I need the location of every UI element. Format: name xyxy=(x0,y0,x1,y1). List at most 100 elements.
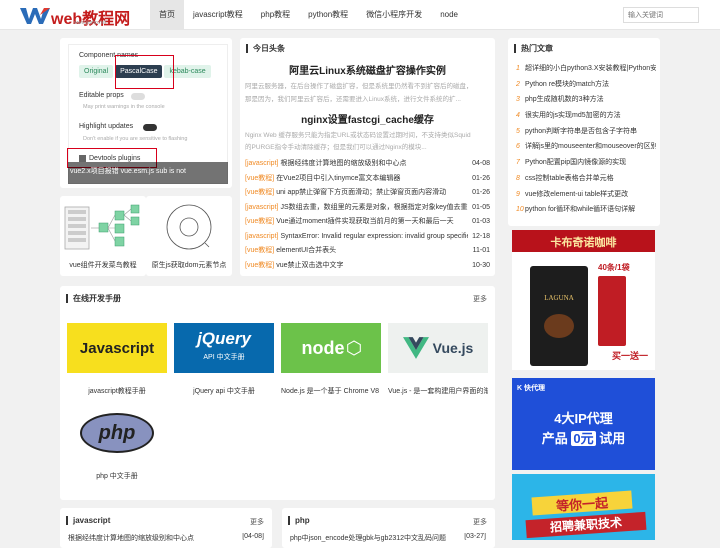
hot-article-title: 很实用的js实现md5加密的方法 xyxy=(525,112,621,120)
article-row[interactable]: [javascript] SyntaxError: Invalid regular… xyxy=(245,230,490,245)
article-row[interactable]: [vue教程] Vue通过moment插件实现获取当前月的第一天和最后一天 01-0… xyxy=(245,215,490,230)
article-date: 01-26 xyxy=(472,174,490,182)
article-tag: [javascript] xyxy=(245,203,279,211)
php-section-title: php xyxy=(288,516,310,525)
javascript-logo-text: Javascript xyxy=(79,339,155,357)
article-date: 10-30 xyxy=(472,261,490,269)
card-caption: vue组件开发菜鸟教程 xyxy=(69,262,137,269)
top-header: web教程网 www.jsphp.net 首页 javascript教程 php… xyxy=(0,0,720,30)
ad-coffee[interactable]: 卡布奇诺咖啡 LAGUNA 40条/1袋 买一送一 xyxy=(512,230,655,370)
manual-item-node[interactable]: node Node.js 是一个基于 Chrome V8 引擎的 JavaScr… xyxy=(281,323,381,396)
list-item[interactable]: 根据经纬度计算地图的缩放级别和中心点 [04-08] xyxy=(68,533,264,543)
hot-rank: 7 xyxy=(516,159,520,167)
list-item-date: [04-08] xyxy=(242,533,264,540)
hot-rank: 6 xyxy=(516,143,520,151)
hot-article-row[interactable]: 5 python判断字符串是否包含子字符串 xyxy=(516,124,656,140)
ad-ip-proxy[interactable]: K 快代理 4大IP代理 产品 0元 试用 xyxy=(512,378,655,470)
headline-2-summary-a: Nginx Web 缓存服务只能为指定URL或状态码设置过期时间，不支持类似Sq… xyxy=(245,132,471,139)
highlight-box-pascalcase xyxy=(115,55,174,89)
nav-miniprogram[interactable]: 微信小程序开发 xyxy=(357,0,431,30)
php-more-link[interactable]: 更多 xyxy=(473,517,487,527)
hot-article-row[interactable]: 8 css控制table表格合并单元格 xyxy=(516,171,656,187)
hot-article-title: php生成随机数的3种方法 xyxy=(525,96,604,104)
hot-article-title: css控制table表格合并单元格 xyxy=(525,174,614,182)
ad-coffee-badge2: 买一送一 xyxy=(612,351,649,361)
article-row[interactable]: [vue教程] 在Vue2项目中引入tinymce富文本编辑器 01-26 xyxy=(245,172,490,187)
manual-more-link[interactable]: 更多 xyxy=(473,294,487,304)
article-date: 01-03 xyxy=(472,218,490,225)
hot-article-row[interactable]: 1 超详细的小白python3.X安装教程|Python安装 xyxy=(516,61,656,77)
php-logo: php xyxy=(67,408,167,458)
search-input[interactable] xyxy=(624,8,698,22)
hot-article-row[interactable]: 10 python for循环和while循环语句详解 xyxy=(516,202,656,218)
manual-caption: javascript教程手册 xyxy=(88,388,146,395)
manual-item-javascript[interactable]: Javascript javascript教程手册 xyxy=(67,323,167,396)
article-row[interactable]: [vue教程] elementUI合并表头 11-01 xyxy=(245,244,490,259)
nav-php[interactable]: php教程 xyxy=(252,0,299,30)
card-caption: vue2.x项目报错 vue.esm.js sub is not xyxy=(70,168,186,175)
hot-article-row[interactable]: 3 php生成随机数的3种方法 xyxy=(516,92,656,108)
hot-article-row[interactable]: 9 vue修改element-ui table样式更改 xyxy=(516,187,656,203)
article-tag: [vue教程] xyxy=(245,189,275,196)
ad-coffee-badge1: 40条/1袋 xyxy=(598,263,630,272)
editable-props-toggle xyxy=(131,93,145,100)
nav-javascript[interactable]: javascript教程 xyxy=(184,0,252,30)
ad-ip-line2c: 试用 xyxy=(599,431,626,446)
hot-article-title: Python re模块的match方法 xyxy=(525,80,610,88)
site-logo[interactable]: web教程网 www.jsphp.net xyxy=(20,5,138,28)
article-title: Vue通过moment插件实现获取当前月的第一天和最后一天 xyxy=(276,218,454,225)
article-row[interactable]: [vue教程] vue禁止双击选中文字 10-30 xyxy=(245,259,490,274)
article-tag: [vue教程] xyxy=(245,247,275,254)
article-row[interactable]: [javascript] JS数组去重，数组里的元素是对象，根据指定对象key值去… xyxy=(245,201,490,216)
ad-coffee-title: 卡布奇诺咖啡 xyxy=(550,237,617,249)
article-date: 12-18 xyxy=(472,232,490,240)
hot-article-title: 超详细的小白python3.X安装教程|Python安装 xyxy=(525,65,656,72)
hot-article-row[interactable]: 2 Python re模块的match方法 xyxy=(516,77,656,93)
online-manual-panel: 在线开发手册 更多 Javascript javascript教程手册 jQue… xyxy=(60,286,495,500)
ad-hiring[interactable]: 等你一起 招聘兼职技术 xyxy=(512,474,655,540)
javascript-more-link[interactable]: 更多 xyxy=(250,517,264,527)
manual-caption: php 中文手册 xyxy=(96,473,138,480)
article-tag: [vue教程] xyxy=(245,218,275,225)
hot-article-row[interactable]: 6 详解js里的mouseenter和mouseover的区别 xyxy=(516,139,656,155)
featured-card-vue[interactable]: vue组件开发菜鸟教程 xyxy=(60,196,146,276)
javascript-list-panel: javascript 更多 根据经纬度计算地图的缩放级别和中心点 [04-08] xyxy=(60,508,272,548)
hot-article-row[interactable]: 4 很实用的js实现md5加密的方法 xyxy=(516,108,656,124)
component-tree-thumb xyxy=(64,204,140,250)
hot-articles-panel: 热门文章 1 超详细的小白python3.X安装教程|Python安装 2 Pytho… xyxy=(508,38,660,226)
manual-item-jquery[interactable]: jQuery API 中文手册 jQuery api 中文手册 xyxy=(174,323,274,396)
hot-rank: 1 xyxy=(516,65,520,72)
highlight-updates-toggle xyxy=(143,124,157,131)
nav-node[interactable]: node xyxy=(431,0,467,30)
headline-1[interactable]: 阿里云Linux系统磁盘扩容操作实例 xyxy=(240,62,495,77)
card-caption-overlay: vue2.x项目报错 vue.esm.js sub is not xyxy=(68,162,228,184)
hexagon-js-icon xyxy=(346,340,361,356)
hot-rank: 10 xyxy=(516,206,524,214)
article-row[interactable]: [vue教程] uni app禁止弹窗下方页面滑动；禁止弹窗页面内容滑动 01-26 xyxy=(245,186,490,201)
article-tag: [javascript] xyxy=(245,160,279,167)
manual-item-vue[interactable]: Vue.js Vue.js - 是一套构建用户界面的渐进式框架 xyxy=(388,323,488,396)
article-title: 在Vue2项目中引入tinymce富文本编辑器 xyxy=(276,174,401,182)
featured-card-dom[interactable]: 原生js获取dom元素节点 xyxy=(146,196,232,276)
article-date: 04-08 xyxy=(472,160,490,167)
main-nav: 首页 javascript教程 php教程 python教程 微信小程序开发 n… xyxy=(150,0,467,30)
hot-article-row[interactable]: 7 Python配置pip国内镜像源的实现 xyxy=(516,155,656,171)
headline-2[interactable]: nginx设置fastcgi_cache缓存 xyxy=(240,111,495,126)
hot-rank: 2 xyxy=(516,80,520,88)
logo-w-icon xyxy=(20,8,50,24)
today-title: 今日头条 xyxy=(246,43,285,54)
ad-ip-line2b: 0元 xyxy=(571,431,596,446)
featured-card-devtools[interactable]: Component names Original PascalCase keba… xyxy=(60,38,232,188)
article-title: SyntaxError: Invalid regular expression:… xyxy=(280,232,468,240)
search-box[interactable] xyxy=(623,7,699,23)
hot-article-title: 详解js里的mouseenter和mouseover的区别 xyxy=(525,143,656,151)
coffee-brand: LAGUNA xyxy=(544,294,574,302)
list-item[interactable]: php中json_encode处理gbk与gb2312中文乱码问题 [03-27… xyxy=(290,533,486,543)
nav-home[interactable]: 首页 xyxy=(150,0,184,30)
manual-item-php[interactable]: php php 中文手册 xyxy=(67,408,167,481)
nav-python[interactable]: python教程 xyxy=(299,0,357,30)
circle-diagram-thumb xyxy=(166,204,212,250)
manual-title: 在线开发手册 xyxy=(66,293,121,304)
article-row[interactable]: [javascript] 根据经纬度计算地图的缩放级别和中心点 04-08 xyxy=(245,157,490,172)
article-tag: [javascript] xyxy=(245,232,279,240)
